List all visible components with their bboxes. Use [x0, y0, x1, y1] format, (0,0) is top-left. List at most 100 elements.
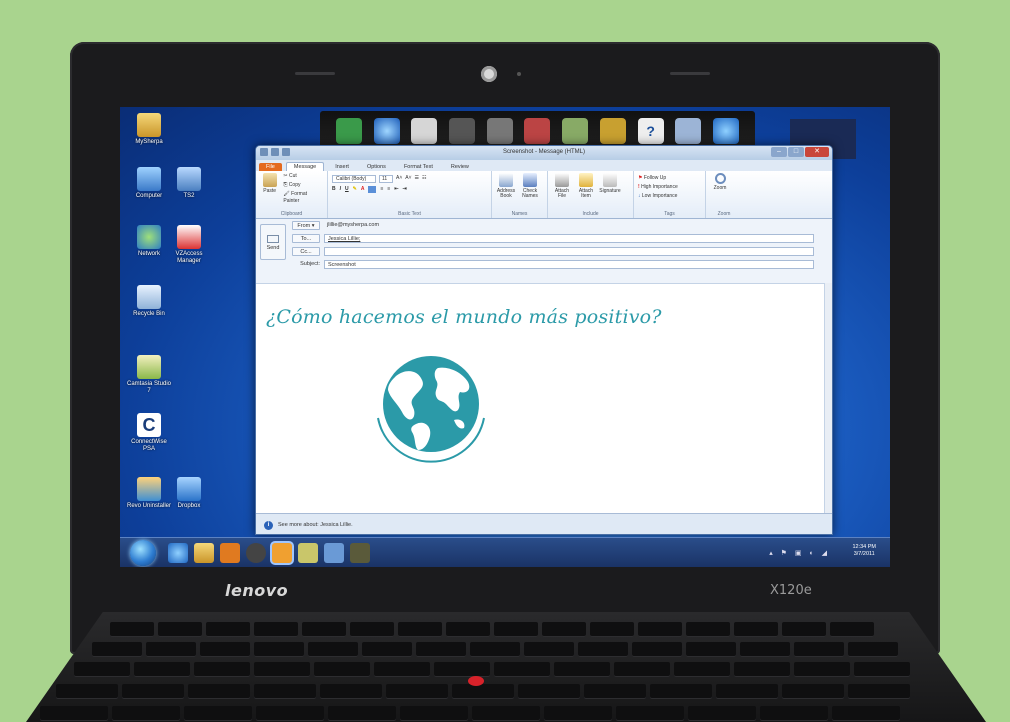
grow-font-icon[interactable]: A˄: [396, 175, 402, 183]
internet-explorer-taskbar-icon[interactable]: [168, 543, 188, 563]
people-pane-bar: i See more about: Jessica Lillie.: [256, 513, 832, 534]
internet-explorer-icon[interactable]: [713, 118, 740, 144]
outdent-icon[interactable]: ⇥: [403, 186, 407, 193]
explorer-taskbar-icon[interactable]: [194, 543, 214, 563]
tab-review[interactable]: Review: [444, 163, 476, 171]
cc-field[interactable]: [324, 247, 814, 256]
shrink-font-icon[interactable]: A˅: [405, 175, 411, 183]
bold-icon[interactable]: B: [332, 186, 336, 193]
outlook-taskbar-icon[interactable]: [272, 543, 292, 563]
start-button[interactable]: [130, 540, 156, 566]
font-name-select[interactable]: Calibri (Body): [332, 175, 376, 183]
keyboard-key: [416, 642, 466, 657]
signature-button[interactable]: Signature: [599, 173, 621, 216]
highlight-icon[interactable]: ✎: [353, 186, 357, 193]
high-importance-button[interactable]: ! High Importance: [638, 184, 678, 191]
keyboard-key: [74, 662, 130, 677]
group-label: Basic Text: [398, 211, 421, 217]
to-button[interactable]: To...: [292, 234, 320, 243]
keyboard-key: [830, 622, 874, 637]
webcam-taskbar-icon[interactable]: [246, 543, 266, 563]
minimize-button[interactable]: –: [771, 147, 787, 157]
tab-insert[interactable]: Insert: [328, 163, 356, 171]
desktop-icon-ts2[interactable]: TS2: [166, 167, 212, 200]
desktop-icon-connectwise[interactable]: C ConnectWise PSA: [126, 413, 172, 453]
keyboard-key: [686, 642, 736, 657]
webcam-app-icon[interactable]: [486, 118, 513, 144]
desktop-icon-dropbox[interactable]: Dropbox: [166, 477, 212, 510]
cc-button[interactable]: Cc...: [292, 247, 320, 256]
tab-file[interactable]: File: [259, 163, 282, 171]
camtasia-taskbar-icon[interactable]: [298, 543, 318, 563]
zoom-button[interactable]: Zoom: [710, 173, 730, 216]
bullets-icon[interactable]: ☰: [415, 175, 419, 183]
paste-button[interactable]: Paste: [260, 173, 279, 216]
keyboard-key: [206, 622, 250, 637]
keyboard-key: [794, 662, 850, 677]
attach-item-button[interactable]: Attach Item: [576, 173, 596, 216]
media-player-taskbar-icon[interactable]: [220, 543, 240, 563]
italic-icon[interactable]: I: [340, 186, 341, 193]
keyboard-key: [320, 684, 382, 699]
desktop-icon-camtasia[interactable]: Camtasia Studio 7: [126, 355, 172, 395]
keyboard-key: [554, 662, 610, 677]
maximize-button[interactable]: □: [788, 147, 804, 157]
subject-field[interactable]: Screenshot: [324, 260, 814, 269]
send-button[interactable]: Send: [260, 224, 286, 260]
align-left-icon[interactable]: [368, 186, 377, 193]
group-label: Tags: [664, 211, 675, 217]
tab-message[interactable]: Message: [285, 162, 325, 171]
align-right-icon[interactable]: ≡: [387, 186, 390, 193]
app-taskbar-icon[interactable]: [324, 543, 344, 563]
copy-button[interactable]: ⎘ Copy: [283, 182, 323, 189]
cut-button[interactable]: ✂ Cut: [283, 173, 323, 180]
from-button[interactable]: From ▾: [292, 221, 320, 230]
lock-icon[interactable]: [599, 118, 626, 144]
attach-file-button[interactable]: Attach File: [552, 173, 572, 216]
low-importance-button[interactable]: ↓ Low Importance: [638, 193, 678, 200]
keyboard-key: [686, 622, 730, 637]
desktop-icon-vzaccess[interactable]: VZAccess Manager: [166, 225, 212, 265]
keyboard-key: [584, 684, 646, 699]
recycle-dock-icon[interactable]: [675, 118, 702, 144]
keyboard-key: [494, 662, 550, 677]
tab-format-text[interactable]: Format Text: [397, 163, 440, 171]
format-painter-button[interactable]: 🖌 Format Painter: [283, 191, 323, 205]
font-color-icon[interactable]: A: [361, 186, 365, 193]
align-center-icon[interactable]: ≡: [380, 186, 383, 193]
indent-icon[interactable]: ⇤: [394, 186, 398, 193]
numbering-icon[interactable]: ☷: [422, 175, 426, 183]
app2-taskbar-icon[interactable]: [350, 543, 370, 563]
basic-text-group: Calibri (Body) 11 A˄ A˅ ☰ ☷ B I U ✎ A ≡ …: [328, 171, 492, 218]
help-icon[interactable]: ?: [637, 118, 664, 144]
clock[interactable]: 12:34 PM 3/7/2011: [852, 544, 876, 558]
tab-options[interactable]: Options: [360, 163, 393, 171]
printer-icon[interactable]: [411, 118, 438, 144]
laptop-model-label: X120e: [770, 583, 812, 598]
trackpoint[interactable]: [468, 676, 484, 686]
close-button[interactable]: ✕: [805, 147, 829, 157]
to-field[interactable]: Jessica Lillie;: [324, 234, 814, 243]
screen: MySherpa Computer TS2 Network VZAccess M…: [120, 107, 890, 567]
check-names-button[interactable]: Check Names: [520, 173, 540, 216]
font-size-select[interactable]: 11: [379, 175, 393, 183]
taskbar: ▴ ⚑ ▣ ◐ ◢ 12:34 PM 3/7/2011: [120, 537, 890, 567]
desktop-icon-recycle-bin[interactable]: Recycle Bin: [126, 285, 172, 318]
underline-icon[interactable]: U: [345, 186, 349, 193]
desktop-icon-mysherpa[interactable]: MySherpa: [126, 113, 172, 146]
follow-up-button[interactable]: ⚑ Follow Up: [638, 175, 678, 182]
address-book-button[interactable]: Address Book: [496, 173, 516, 216]
people-pane-text[interactable]: See more about: Jessica Lillie.: [278, 522, 353, 528]
keyboard-key: [446, 622, 490, 637]
format-row: B I U ✎ A ≡ ≡ ⇤ ⇥: [332, 186, 487, 193]
keyboard-key: [524, 642, 574, 657]
vertical-scrollbar[interactable]: [824, 283, 832, 513]
dock-app-icon[interactable]: [335, 118, 362, 144]
system-tray-icons[interactable]: ▴ ⚑ ▣ ◐ ◢: [769, 549, 830, 557]
film-icon[interactable]: [524, 118, 551, 144]
headset-icon[interactable]: [449, 118, 476, 144]
keyboard-key: [254, 684, 316, 699]
edit-icon[interactable]: [562, 118, 589, 144]
globe-icon[interactable]: [373, 118, 400, 144]
message-body[interactable]: ¿Cómo hacemos el mundo más positivo?: [256, 283, 824, 513]
